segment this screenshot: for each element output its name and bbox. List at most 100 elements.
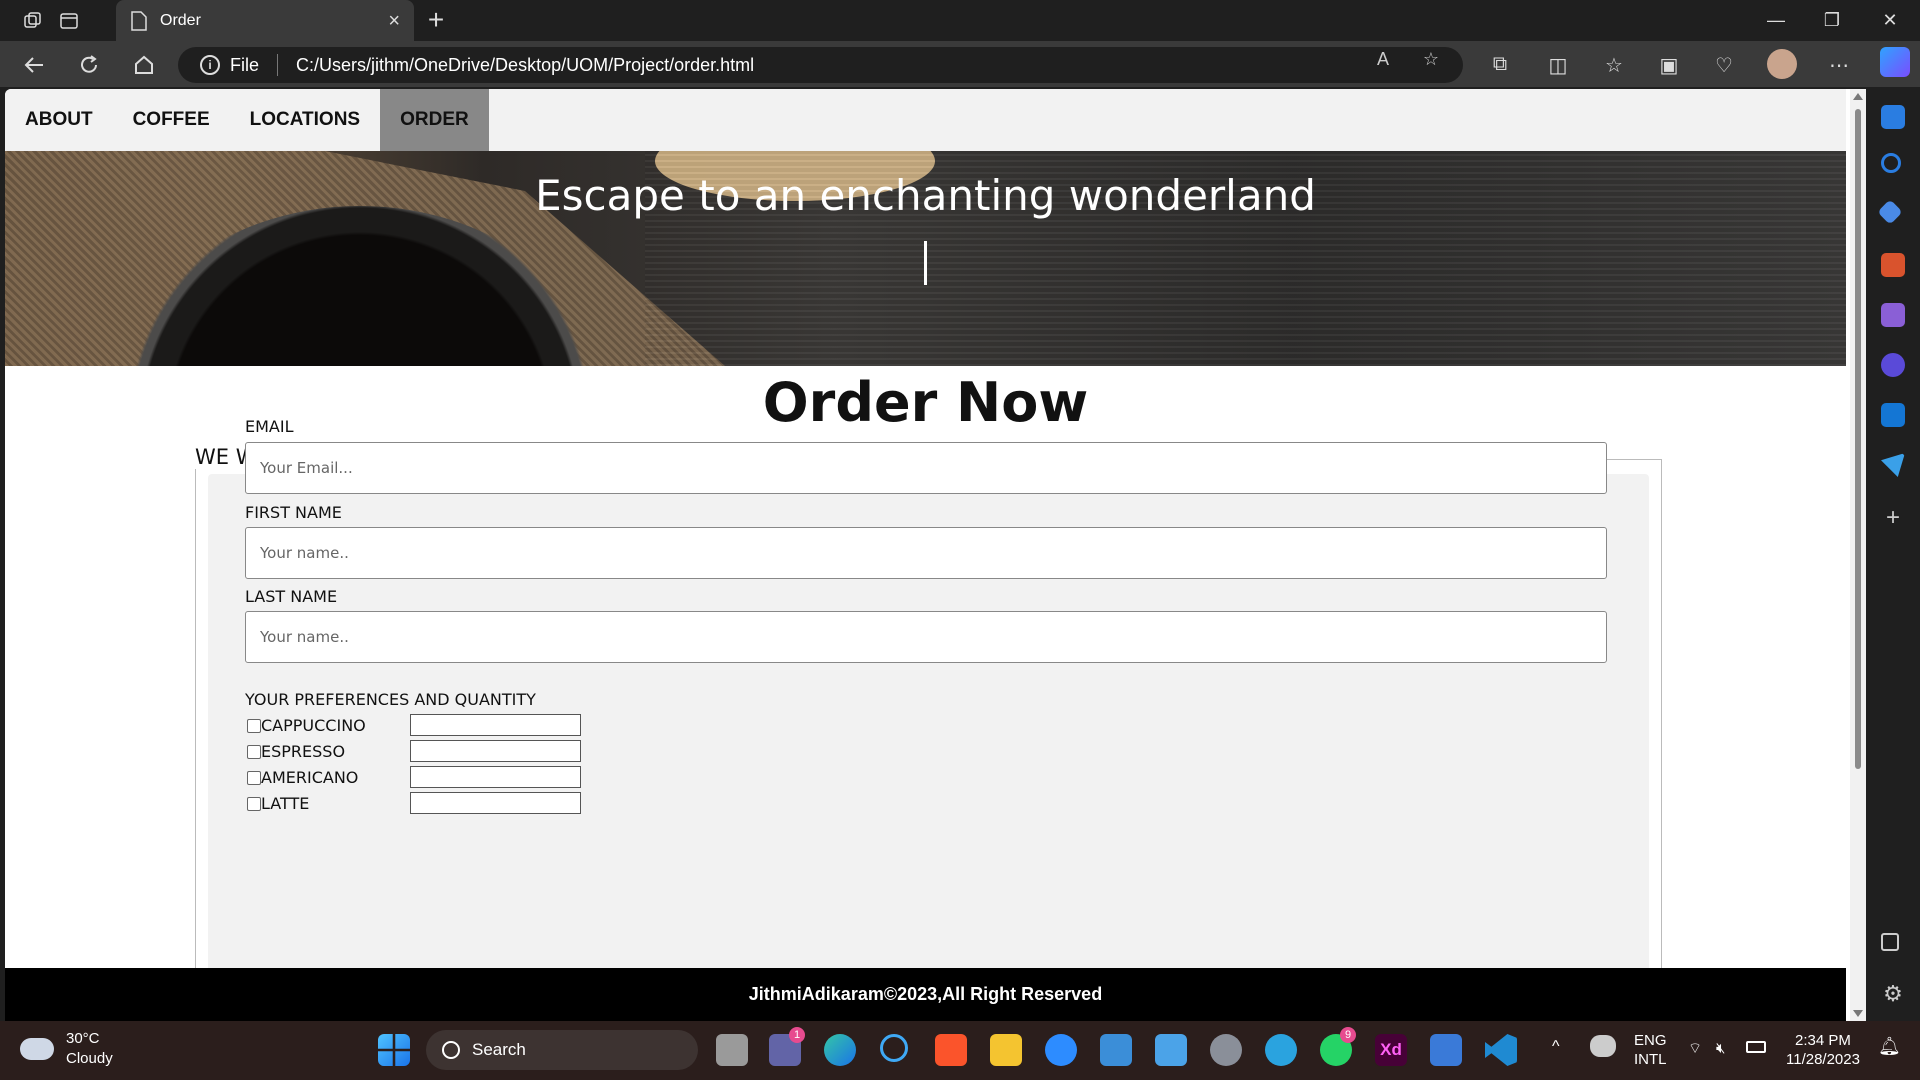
- first-name-field[interactable]: Your name..: [245, 527, 1607, 579]
- last-name-field[interactable]: Your name..: [245, 611, 1607, 663]
- windows-taskbar: 30°C Cloudy Search 1 9 Xd ^ ENG INTL ⌔ 🔇…: [0, 1021, 1920, 1080]
- tools-briefcase-icon[interactable]: [1881, 253, 1905, 277]
- restore-icon[interactable]: ❐: [1804, 0, 1860, 41]
- adobe-xd-icon[interactable]: Xd: [1375, 1034, 1407, 1066]
- workspaces-icon[interactable]: [15, 6, 51, 36]
- search-icon[interactable]: [1881, 153, 1901, 173]
- latte-quantity-input[interactable]: [410, 792, 581, 814]
- mail-icon[interactable]: [1155, 1034, 1187, 1066]
- taskbar-search[interactable]: Search: [426, 1030, 698, 1070]
- tab-actions-icon[interactable]: [51, 6, 87, 36]
- file-explorer-icon[interactable]: [990, 1034, 1022, 1066]
- typing-cursor: [924, 241, 927, 285]
- temperature: 30°C: [66, 1030, 100, 1047]
- start-windows-icon[interactable]: [378, 1034, 410, 1066]
- close-window-icon[interactable]: ✕: [1862, 0, 1918, 41]
- profile-avatar[interactable]: [1767, 49, 1797, 79]
- cappuccino-quantity-input[interactable]: [410, 714, 581, 736]
- browser-essentials-icon[interactable]: ♡: [1711, 53, 1737, 77]
- zoom-icon[interactable]: [1045, 1034, 1077, 1066]
- refresh-icon[interactable]: [73, 49, 105, 81]
- copilot-icon[interactable]: [1880, 47, 1910, 77]
- vscode-icon[interactable]: [1485, 1034, 1517, 1066]
- scroll-up-arrow[interactable]: [1853, 93, 1863, 100]
- hero-banner: Escape to an enchanting wonderland: [5, 151, 1846, 366]
- nav-order[interactable]: ORDER: [380, 89, 489, 151]
- scroll-thumb[interactable]: [1855, 109, 1861, 769]
- search-label: Search: [472, 1040, 526, 1059]
- notifications-bell-icon[interactable]: [1881, 105, 1905, 129]
- tab-title: Order: [160, 11, 201, 29]
- minimize-icon[interactable]: —: [1748, 0, 1804, 41]
- add-sidebar-item-icon[interactable]: +: [1881, 506, 1905, 531]
- brave-icon[interactable]: [935, 1034, 967, 1066]
- drop-icon[interactable]: [1881, 453, 1905, 477]
- page-scrollbar[interactable]: [1850, 89, 1866, 1021]
- preference-row: LATTE: [247, 794, 309, 813]
- omnibox[interactable]: i File C:/Users/jithm/OneDrive/Desktop/U…: [178, 47, 1463, 83]
- weather-widget[interactable]: 30°C Cloudy: [20, 1029, 113, 1069]
- tab-order[interactable]: Order ×: [116, 0, 414, 41]
- favorites-icon[interactable]: ☆: [1601, 53, 1627, 77]
- site-info-icon[interactable]: i: [200, 55, 220, 75]
- home-icon[interactable]: [128, 49, 160, 81]
- telegram-icon[interactable]: [1265, 1034, 1297, 1066]
- settings-gear-icon[interactable]: ⚙: [1881, 983, 1905, 1007]
- page-viewport: ABOUT COFFEE LOCATIONS ORDER Escape to a…: [5, 89, 1866, 1021]
- nav-coffee[interactable]: COFFEE: [113, 89, 230, 151]
- americano-label: AMERICANO: [261, 768, 359, 787]
- cloud-icon: [20, 1038, 54, 1060]
- extensions-icon[interactable]: ⧉: [1487, 53, 1513, 77]
- language-code: ENG: [1634, 1032, 1667, 1049]
- outlook-icon[interactable]: [1881, 403, 1905, 427]
- americano-quantity-input[interactable]: [410, 766, 581, 788]
- last-name-label: LAST NAME: [245, 587, 338, 606]
- nav-about[interactable]: ABOUT: [5, 89, 113, 151]
- browser-tab-bar: Order × + — ❐ ✕: [0, 0, 1920, 41]
- task-view-icon[interactable]: [716, 1034, 748, 1066]
- email-field[interactable]: Your Email...: [245, 442, 1607, 494]
- close-tab-icon[interactable]: ×: [388, 10, 400, 33]
- whiteboard-icon[interactable]: [1430, 1034, 1462, 1066]
- language-indicator[interactable]: ENG INTL: [1634, 1031, 1667, 1069]
- teams-badge: 1: [789, 1027, 805, 1043]
- nav-locations[interactable]: LOCATIONS: [230, 89, 380, 151]
- back-icon[interactable]: [18, 49, 50, 81]
- notification-bell-icon[interactable]: 🔔︎: [1878, 1037, 1901, 1056]
- volume-muted-icon[interactable]: 🔇︎: [1716, 1039, 1725, 1058]
- games-icon[interactable]: [1881, 303, 1905, 327]
- cortana-icon[interactable]: [880, 1034, 908, 1062]
- americano-checkbox[interactable]: [247, 770, 261, 785]
- microsoft-365-icon[interactable]: [1881, 353, 1905, 377]
- onedrive-icon[interactable]: [1590, 1035, 1616, 1057]
- espresso-checkbox[interactable]: [247, 744, 261, 759]
- collections-icon[interactable]: ▣: [1656, 53, 1682, 77]
- read-aloud-icon[interactable]: A: [1372, 49, 1394, 71]
- split-screen-icon[interactable]: ◫: [1545, 53, 1571, 77]
- favorite-star-icon[interactable]: ☆: [1420, 49, 1442, 71]
- more-menu-icon[interactable]: ⋯: [1826, 53, 1852, 77]
- url-text[interactable]: C:/Users/jithm/OneDrive/Desktop/UOM/Proj…: [296, 55, 754, 76]
- preference-row: CAPPUCCINO: [247, 716, 366, 735]
- time: 2:34 PM: [1795, 1032, 1851, 1049]
- settings-icon[interactable]: [1210, 1034, 1242, 1066]
- preference-row: ESPRESSO: [247, 742, 345, 761]
- hide-sidebar-icon[interactable]: [1881, 933, 1899, 951]
- shopping-tag-icon[interactable]: [1877, 199, 1903, 225]
- show-hidden-icons[interactable]: ^: [1552, 1037, 1560, 1056]
- microsoft-store-icon[interactable]: [1100, 1034, 1132, 1066]
- battery-icon[interactable]: [1746, 1041, 1766, 1053]
- hero-text: Escape to an enchanting wonderland: [535, 171, 1316, 220]
- new-tab-button[interactable]: +: [420, 4, 452, 36]
- espresso-quantity-input[interactable]: [410, 740, 581, 762]
- site-footer: JithmiAdikaram©2023,All Right Reserved: [5, 968, 1846, 1021]
- whatsapp-badge: 9: [1340, 1027, 1356, 1043]
- wifi-icon[interactable]: ⌔: [1688, 1039, 1702, 1058]
- clock[interactable]: 2:34 PM 11/28/2023: [1786, 1031, 1860, 1069]
- preferences-label: YOUR PREFERENCES AND QUANTITY: [245, 690, 536, 709]
- edge-icon[interactable]: [824, 1034, 856, 1066]
- espresso-label: ESPRESSO: [261, 742, 346, 761]
- cappuccino-checkbox[interactable]: [247, 718, 261, 733]
- latte-checkbox[interactable]: [247, 796, 261, 811]
- scroll-down-arrow[interactable]: [1853, 1010, 1863, 1017]
